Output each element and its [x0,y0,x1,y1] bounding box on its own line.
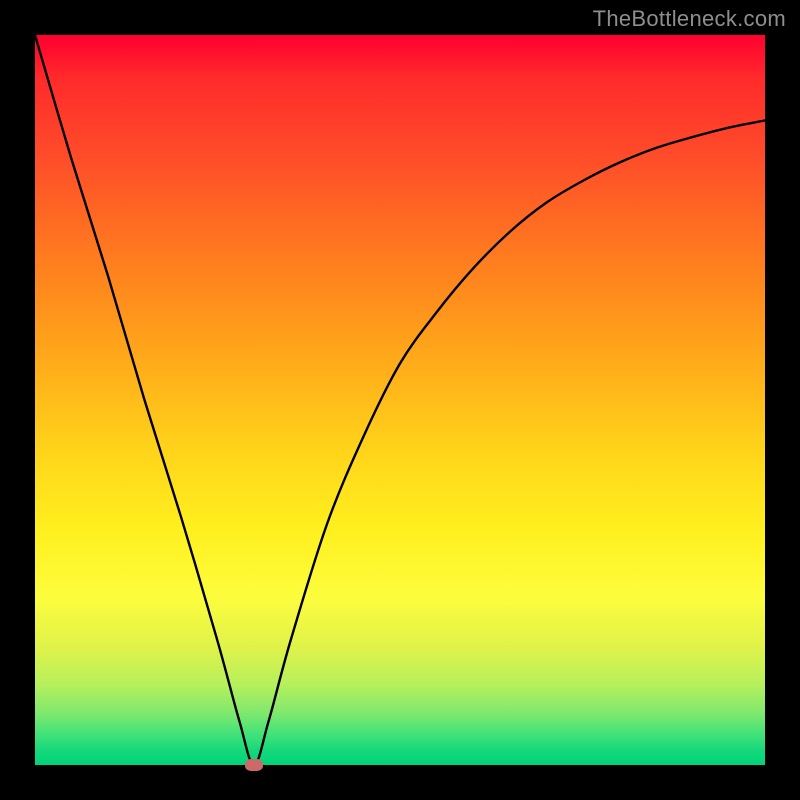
watermark-text: TheBottleneck.com [593,6,786,32]
minimum-marker [245,759,263,771]
bottleneck-curve [35,35,765,765]
plot-area [35,35,765,765]
chart-frame: TheBottleneck.com [0,0,800,800]
